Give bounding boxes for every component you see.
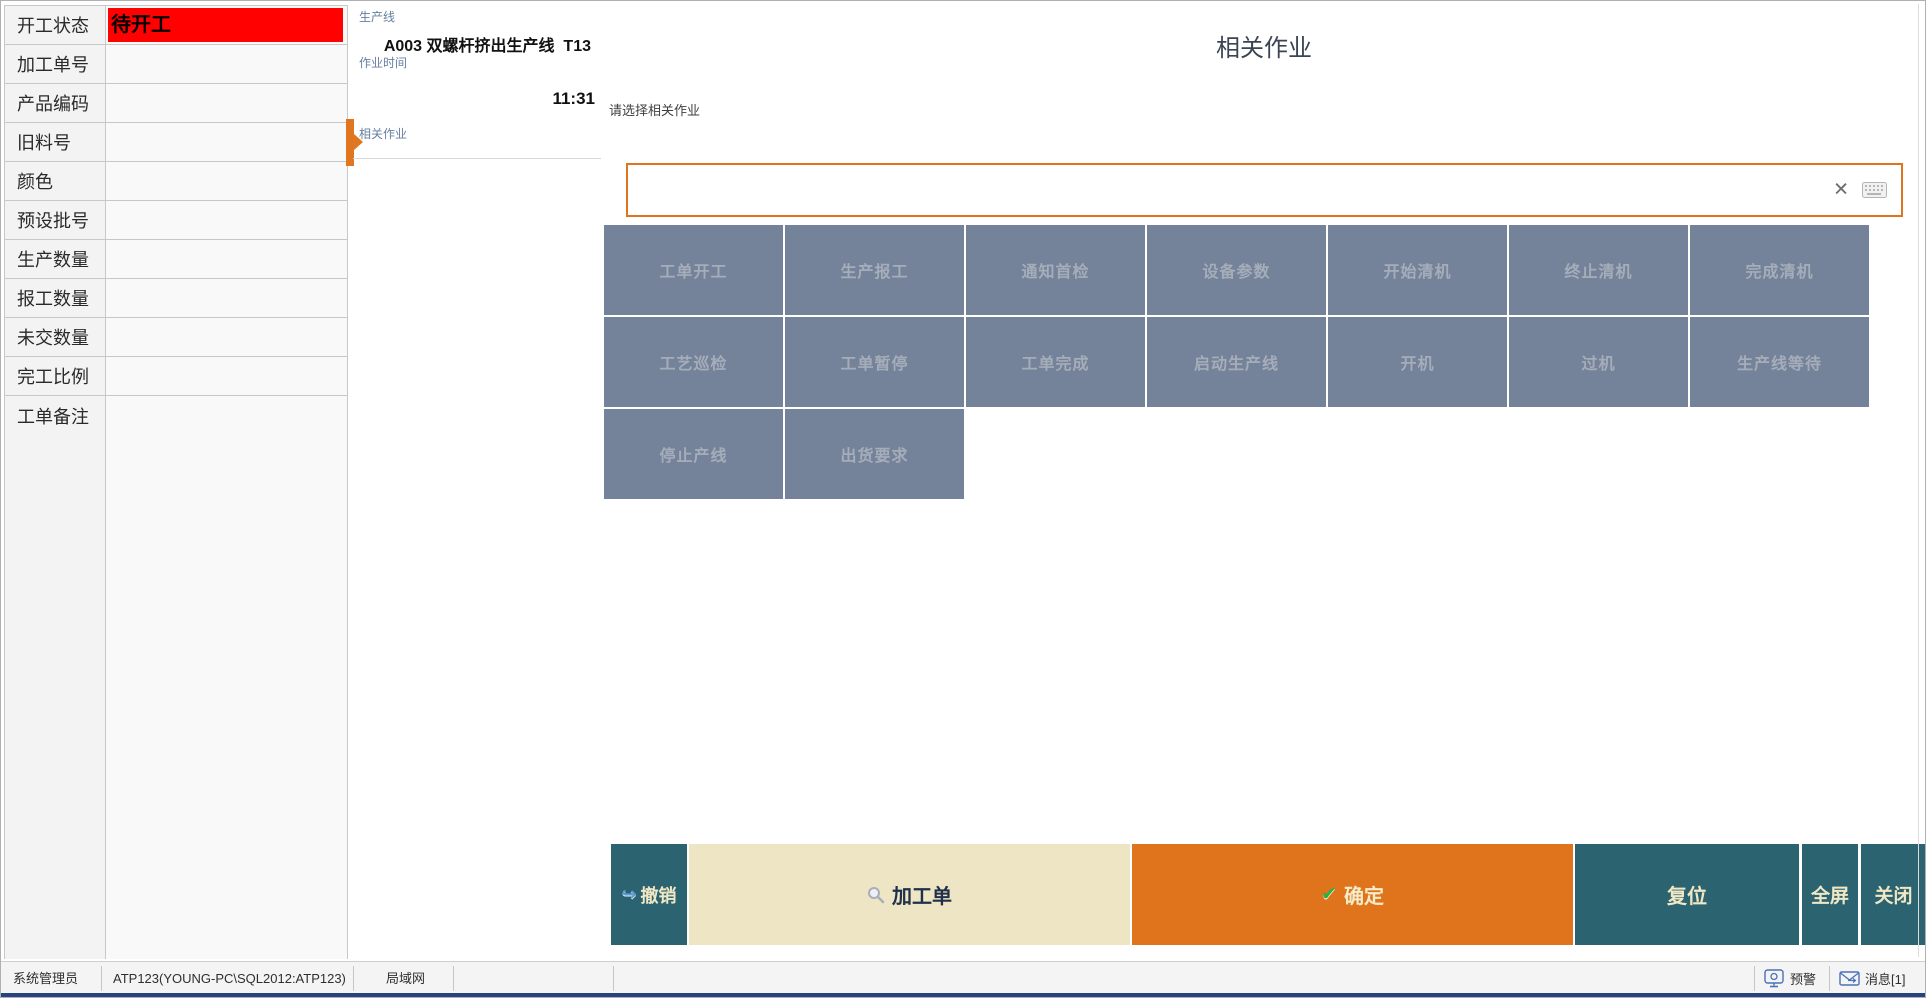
operation-button[interactable]: 过机 (1509, 317, 1688, 407)
table-row: 开工状态待开工 (5, 6, 347, 45)
section-divider (353, 158, 601, 159)
related-operations-grid: 工单开工生产报工通知首检设备参数开始清机终止清机完成清机工艺巡检工单暂停工单完成… (604, 225, 1869, 499)
alert-label: 预警 (1790, 969, 1816, 988)
related-operation-step-label: 相关作业 (359, 125, 407, 142)
window-bottom-strip (1, 993, 1925, 997)
work-time-label: 作业时间 (359, 54, 407, 71)
table-row: 未交数量 (5, 318, 347, 357)
field-value: 待开工 (106, 6, 347, 44)
operation-button[interactable]: 生产线等待 (1690, 317, 1869, 407)
field-label: 未交数量 (5, 318, 106, 356)
status-separator (453, 966, 454, 991)
workorder-label: 加工单 (892, 880, 952, 909)
reset-label: 复位 (1667, 880, 1707, 909)
clear-icon[interactable]: ✕ (1833, 181, 1849, 200)
field-label: 工单备注 (5, 396, 106, 959)
production-line-label: 生产线 (359, 8, 395, 25)
select-operation-hint: 请选择相关作业 (609, 100, 700, 119)
reset-button[interactable]: 复位 (1575, 844, 1799, 945)
keyboard-icon[interactable] (1862, 182, 1887, 198)
operation-button[interactable]: 生产报工 (785, 225, 964, 315)
operation-button[interactable]: 通知首检 (966, 225, 1145, 315)
alert-button[interactable]: 预警 (1764, 962, 1816, 995)
close-button[interactable]: 关闭 (1861, 844, 1926, 945)
table-row: 完工比例 (5, 357, 347, 396)
field-label: 开工状态 (5, 6, 106, 44)
field-value (106, 84, 347, 122)
operation-button[interactable]: 停止产线 (604, 409, 783, 499)
field-label: 预设批号 (5, 201, 106, 239)
status-network: 局域网 (386, 962, 425, 995)
field-label: 产品编码 (5, 84, 106, 122)
table-row: 加工单号 (5, 45, 347, 84)
panel-right-border (1918, 4, 1919, 957)
status-user: 系统管理员 (13, 962, 78, 995)
status-separator (1754, 966, 1755, 991)
table-row: 预设批号 (5, 201, 347, 240)
field-label: 生产数量 (5, 240, 106, 278)
operation-button[interactable]: 开始清机 (1328, 225, 1507, 315)
status-badge: 待开工 (108, 8, 343, 42)
operation-button[interactable]: 工单开工 (604, 225, 783, 315)
operation-button[interactable]: 终止清机 (1509, 225, 1688, 315)
operation-button[interactable]: 工单完成 (966, 317, 1145, 407)
table-row: 颜色 (5, 162, 347, 201)
field-value (106, 162, 347, 200)
field-label: 报工数量 (5, 279, 106, 317)
fullscreen-button[interactable]: 全屏 (1802, 844, 1858, 945)
field-value (106, 279, 347, 317)
app-window: 开工状态待开工加工单号产品编码旧料号颜色预设批号生产数量报工数量未交数量完工比例… (0, 0, 1926, 998)
operation-button[interactable]: 工艺巡检 (604, 317, 783, 407)
operation-button[interactable]: 开机 (1328, 317, 1507, 407)
table-row: 报工数量 (5, 279, 347, 318)
search-icon (867, 886, 885, 904)
message-label: 消息[1] (1865, 969, 1905, 988)
message-envelope-icon (1839, 971, 1860, 986)
operation-button[interactable]: 完成清机 (1690, 225, 1869, 315)
field-value (106, 123, 347, 161)
confirm-check-icon: ✔ (1321, 883, 1337, 906)
field-value (106, 45, 347, 83)
operation-search-box[interactable]: ✕ (626, 163, 1903, 217)
confirm-label: 确定 (1344, 880, 1384, 909)
undo-button[interactable]: ↪ 撤销 (611, 844, 687, 945)
table-row: 产品编码 (5, 84, 347, 123)
status-separator (613, 966, 614, 991)
undo-icon: ↪ (621, 884, 636, 905)
field-value (106, 318, 347, 356)
field-label: 完工比例 (5, 357, 106, 395)
operation-search-input[interactable] (628, 165, 1806, 215)
status-separator (1829, 966, 1830, 991)
alert-monitor-icon (1764, 969, 1785, 988)
table-row: 旧料号 (5, 123, 347, 162)
field-value (106, 357, 347, 395)
page-title: 相关作业 (601, 28, 1926, 63)
workorder-button[interactable]: 加工单 (689, 844, 1130, 945)
status-separator (353, 966, 354, 991)
table-row: 生产数量 (5, 240, 347, 279)
operation-button[interactable]: 启动生产线 (1147, 317, 1326, 407)
production-line-value: A003 双螺杆挤出生产线 T13 (384, 32, 591, 56)
field-value (106, 396, 347, 959)
confirm-button[interactable]: ✔ 确定 (1132, 844, 1573, 945)
workorder-info-table: 开工状态待开工加工单号产品编码旧料号颜色预设批号生产数量报工数量未交数量完工比例… (4, 5, 348, 959)
operation-button[interactable]: 出货要求 (785, 409, 964, 499)
field-value (106, 240, 347, 278)
work-time-value: 11:31 (552, 89, 595, 109)
message-button[interactable]: 消息[1] (1839, 962, 1905, 995)
field-label: 加工单号 (5, 45, 106, 83)
operation-button[interactable]: 工单暂停 (785, 317, 964, 407)
close-label: 关闭 (1874, 881, 1912, 908)
operation-button[interactable]: 设备参数 (1147, 225, 1326, 315)
field-label: 旧料号 (5, 123, 106, 161)
undo-label: 撤销 (641, 882, 677, 908)
fullscreen-label: 全屏 (1811, 881, 1849, 908)
table-row: 工单备注 (5, 396, 347, 959)
field-label: 颜色 (5, 162, 106, 200)
field-value (106, 201, 347, 239)
status-bar: 系统管理员 ATP123(YOUNG-PC\SQL2012:ATP123) 局域… (1, 961, 1925, 995)
status-separator (101, 966, 102, 991)
status-connection: ATP123(YOUNG-PC\SQL2012:ATP123) (113, 962, 346, 995)
